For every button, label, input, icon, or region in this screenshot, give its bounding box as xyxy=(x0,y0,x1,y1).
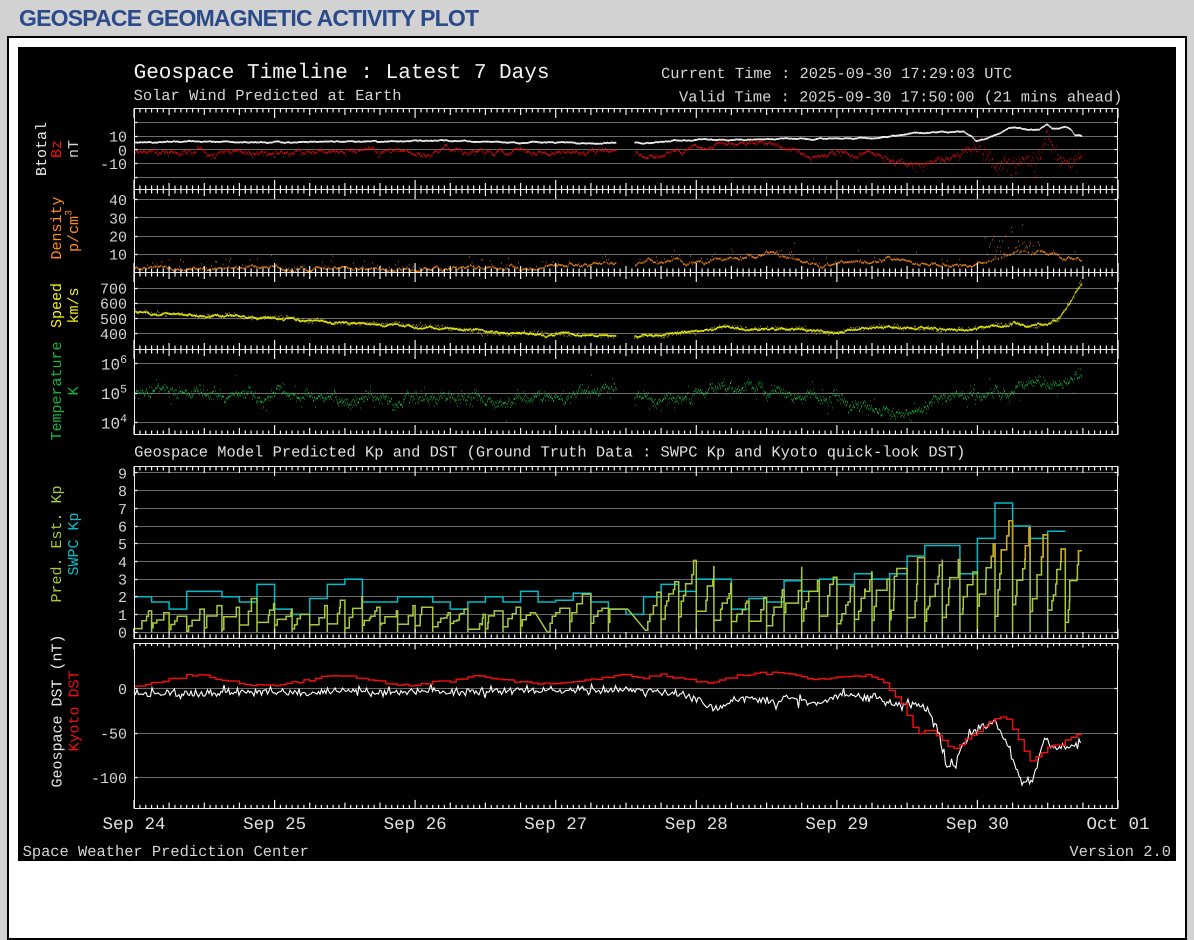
svg-text:-10: -10 xyxy=(100,157,127,174)
svg-text:400: 400 xyxy=(100,327,127,344)
svg-text:40: 40 xyxy=(109,193,127,210)
svg-text:Sep 25: Sep 25 xyxy=(243,815,306,835)
svg-text:Sep 30: Sep 30 xyxy=(946,815,1009,835)
svg-text:9: 9 xyxy=(118,466,127,483)
svg-text:Speed: Speed xyxy=(49,283,66,328)
svg-text:Geospace Timeline : Latest 7 D: Geospace Timeline : Latest 7 Days xyxy=(134,62,550,85)
svg-text:Pred. Est. Kp: Pred. Est. Kp xyxy=(49,485,66,602)
svg-text:7: 7 xyxy=(118,502,127,519)
svg-text:nT: nT xyxy=(66,140,83,158)
svg-text:3: 3 xyxy=(118,573,127,590)
svg-text:Geospace DST (nT): Geospace DST (nT) xyxy=(50,634,67,787)
svg-text:Sep 28: Sep 28 xyxy=(665,815,728,835)
svg-text:Kyoto DST: Kyoto DST xyxy=(67,670,84,751)
svg-text:Bz: Bz xyxy=(49,140,66,158)
svg-text:-50: -50 xyxy=(100,727,127,744)
svg-text:Density: Density xyxy=(49,196,66,259)
svg-text:6: 6 xyxy=(118,520,127,537)
svg-text:Sep 26: Sep 26 xyxy=(384,815,447,835)
svg-text:105: 105 xyxy=(101,384,127,405)
svg-text:106: 106 xyxy=(101,354,127,375)
svg-text:30: 30 xyxy=(109,211,127,228)
svg-text:Oct 01: Oct 01 xyxy=(1086,815,1149,835)
svg-text:SWPC Kp: SWPC Kp xyxy=(66,512,83,575)
svg-text:8: 8 xyxy=(118,484,127,501)
svg-text:2: 2 xyxy=(118,590,127,607)
svg-text:20: 20 xyxy=(109,230,127,247)
svg-text:Sep 27: Sep 27 xyxy=(524,815,587,835)
svg-text:K: K xyxy=(66,386,83,395)
svg-text:5: 5 xyxy=(118,537,127,554)
svg-text:-100: -100 xyxy=(91,771,127,788)
svg-text:Sep 24: Sep 24 xyxy=(102,815,165,835)
svg-text:4: 4 xyxy=(118,555,127,572)
svg-text:km/s: km/s xyxy=(66,287,83,323)
svg-text:Sep 29: Sep 29 xyxy=(805,815,868,835)
svg-text:Solar Wind Predicted at Earth: Solar Wind Predicted at Earth xyxy=(134,87,402,105)
svg-text:0: 0 xyxy=(118,682,127,699)
svg-text:p/cm3: p/cm3 xyxy=(64,210,83,252)
svg-text:Current Time : 2025-09-30 17:2: Current Time : 2025-09-30 17:29:03 UTC xyxy=(661,65,1012,83)
svg-text:0: 0 xyxy=(118,626,127,643)
svg-text:1: 1 xyxy=(118,608,127,625)
svg-text:Temperature: Temperature xyxy=(49,341,66,440)
svg-text:Geospace Model Predicted Kp an: Geospace Model Predicted Kp and DST (Gro… xyxy=(134,444,965,462)
svg-text:Valid Time : 2025-09-30 17:50:: Valid Time : 2025-09-30 17:50:00 (21 min… xyxy=(679,89,1122,107)
svg-text:Space Weather Prediction Cente: Space Weather Prediction Center xyxy=(23,843,309,861)
svg-text:Version 2.0: Version 2.0 xyxy=(1069,843,1171,861)
svg-text:104: 104 xyxy=(101,413,127,434)
svg-text:10: 10 xyxy=(109,248,127,265)
